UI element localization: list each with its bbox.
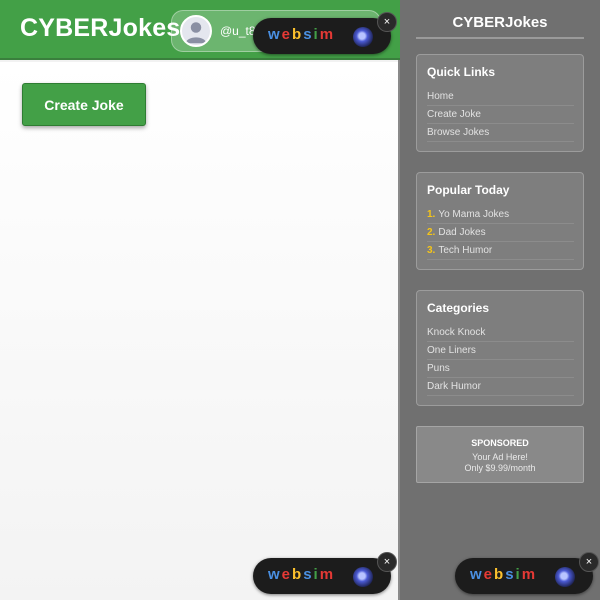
main-content: Create Joke (0, 62, 398, 600)
close-icon[interactable]: × (377, 552, 397, 572)
websim-letter: b (292, 566, 304, 583)
websim-logo: websim (470, 566, 537, 583)
quick-link-browse-jokes[interactable]: Browse Jokes (427, 124, 574, 142)
websim-orb-icon (353, 567, 373, 587)
categories-list: Knock Knock One Liners Puns Dark Humor (427, 324, 574, 396)
popular-list: 1. Yo Mama Jokes 2. Dad Jokes 3. Tech Humor (427, 206, 574, 260)
category-one-liners[interactable]: One Liners (427, 342, 574, 360)
websim-orb-icon (555, 567, 575, 587)
quick-links-list: Home Create Joke Browse Jokes (427, 88, 574, 142)
main-pane: CYBERJokes @u_t8 Create Joke (0, 0, 400, 600)
websim-letter: s (303, 566, 314, 583)
sponsored-ad[interactable]: SPONSORED Your Ad Here! Only $9.99/month (416, 426, 584, 483)
websim-letter: b (494, 566, 506, 583)
popular-item[interactable]: 3. Tech Humor (427, 242, 574, 260)
websim-letter: m (319, 566, 336, 583)
popular-label: Dad Jokes (438, 227, 486, 238)
popular-label: Tech Humor (438, 245, 493, 256)
websim-letter: e (281, 26, 293, 43)
quick-link-create-joke[interactable]: Create Joke (427, 106, 574, 124)
close-icon[interactable]: × (579, 552, 599, 572)
quick-links-panel: Quick Links Home Create Joke Browse Joke… (416, 54, 584, 152)
websim-letter: m (319, 26, 336, 43)
websim-orb-icon (353, 27, 373, 47)
category-puns[interactable]: Puns (427, 360, 574, 378)
ad-line-1: Your Ad Here! (472, 452, 528, 462)
popular-item[interactable]: 1. Yo Mama Jokes (427, 206, 574, 224)
websim-logo: websim (268, 26, 335, 43)
quick-links-title: Quick Links (427, 65, 496, 79)
popular-label: Yo Mama Jokes (438, 209, 510, 220)
websim-badge[interactable]: websim × (253, 12, 397, 54)
websim-badge[interactable]: websim × (455, 552, 599, 594)
websim-letter: s (303, 26, 314, 43)
ad-line-2: Only $9.99/month (464, 463, 536, 473)
categories-panel: Categories Knock Knock One Liners Puns D… (416, 290, 584, 406)
avatar[interactable] (180, 15, 212, 47)
websim-logo: websim (268, 566, 335, 583)
sidebar-divider (416, 37, 584, 39)
websim-letter: m (521, 566, 538, 583)
websim-letter: e (281, 566, 293, 583)
popular-rank: 2. (427, 227, 436, 238)
category-dark-humor[interactable]: Dark Humor (427, 378, 574, 396)
category-knock-knock[interactable]: Knock Knock (427, 324, 574, 342)
categories-title: Categories (427, 301, 490, 315)
websim-letter: w (268, 566, 282, 583)
create-joke-button[interactable]: Create Joke (22, 83, 146, 126)
websim-letter: b (292, 26, 304, 43)
sidebar-title: CYBERJokes (452, 14, 548, 31)
popular-rank: 1. (427, 209, 436, 220)
websim-badge[interactable]: websim × (253, 552, 397, 594)
user-icon (185, 22, 207, 44)
close-icon[interactable]: × (377, 12, 397, 32)
quick-link-home[interactable]: Home (427, 88, 574, 106)
popular-panel: Popular Today 1. Yo Mama Jokes 2. Dad Joke… (416, 172, 584, 270)
popular-rank: 3. (427, 245, 436, 256)
username: @u_t8 (220, 24, 256, 38)
websim-letter: e (483, 566, 495, 583)
websim-letter: w (268, 26, 282, 43)
websim-letter: s (505, 566, 516, 583)
websim-letter: w (470, 566, 484, 583)
brand-logo[interactable]: CYBERJokes (20, 14, 180, 43)
sidebar: CYBERJokes Quick Links Home Create Joke … (400, 0, 600, 600)
popular-title: Popular Today (427, 183, 510, 197)
ad-heading: SPONSORED (471, 438, 529, 448)
popular-item[interactable]: 2. Dad Jokes (427, 224, 574, 242)
